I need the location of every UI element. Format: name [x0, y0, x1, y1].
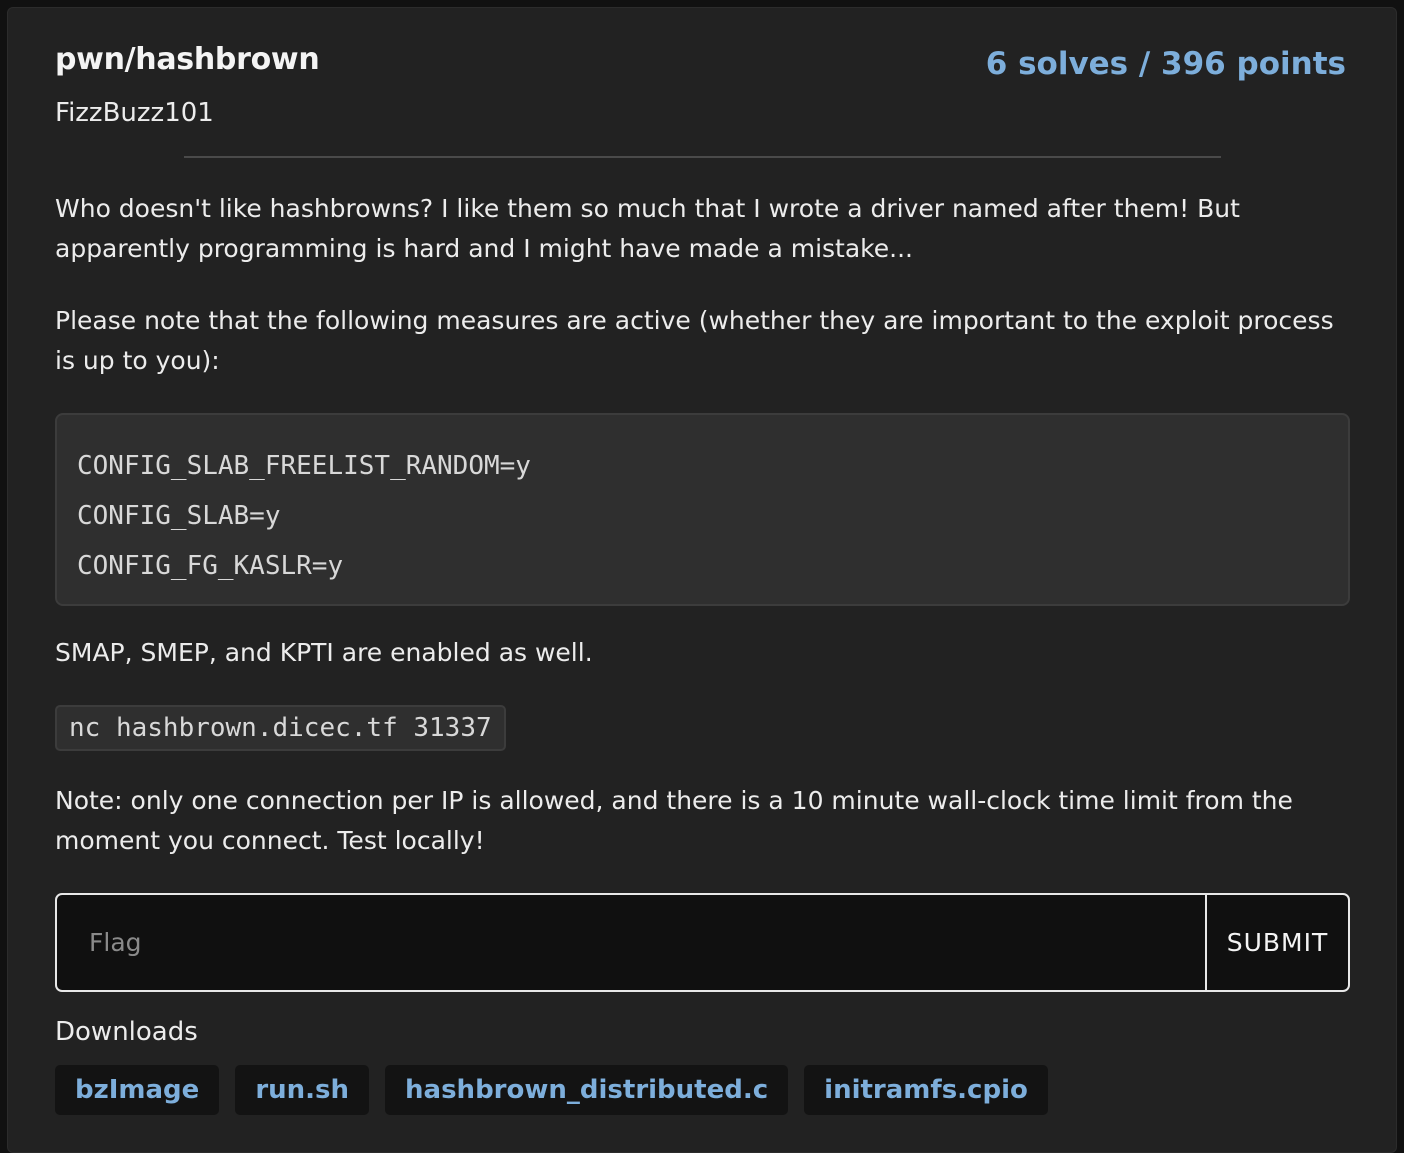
solves-points: 6 solves / 396 points	[985, 46, 1346, 82]
submit-button[interactable]: SUBMIT	[1205, 895, 1348, 990]
flag-input[interactable]	[57, 895, 1205, 990]
flag-form: SUBMIT	[55, 893, 1350, 992]
connect-command: nc hashbrown.dicec.tf 31337	[55, 705, 506, 751]
challenge-author: FizzBuzz101	[55, 98, 214, 128]
downloads-list: bzImage run.sh hashbrown_distributed.c i…	[55, 1065, 1048, 1115]
config-line: CONFIG_FG_KASLR=y	[77, 551, 344, 581]
challenge-card: pwn/hashbrown 6 solves / 396 points Fizz…	[7, 7, 1397, 1153]
description-paragraph-1: Who doesn't like hashbrowns? I like them…	[55, 194, 1240, 263]
downloads-heading: Downloads	[55, 1017, 198, 1047]
config-line: CONFIG_SLAB=y	[77, 501, 281, 531]
config-code-block: CONFIG_SLAB_FREELIST_RANDOM=y CONFIG_SLA…	[55, 413, 1350, 606]
description-paragraph-3: SMAP, SMEP, and KPTI are enabled as well…	[55, 638, 593, 667]
config-line: CONFIG_SLAB_FREELIST_RANDOM=y	[77, 451, 531, 481]
download-run-sh[interactable]: run.sh	[235, 1065, 370, 1115]
download-initramfs-cpio[interactable]: initramfs.cpio	[804, 1065, 1048, 1115]
description-paragraph-2: Please note that the following measures …	[55, 306, 1334, 375]
description-paragraph-4: Note: only one connection per IP is allo…	[55, 786, 1293, 855]
download-bzimage[interactable]: bzImage	[55, 1065, 220, 1115]
divider	[184, 156, 1221, 158]
challenge-title: pwn/hashbrown	[55, 42, 320, 77]
download-hashbrown-distributed-c[interactable]: hashbrown_distributed.c	[385, 1065, 789, 1115]
